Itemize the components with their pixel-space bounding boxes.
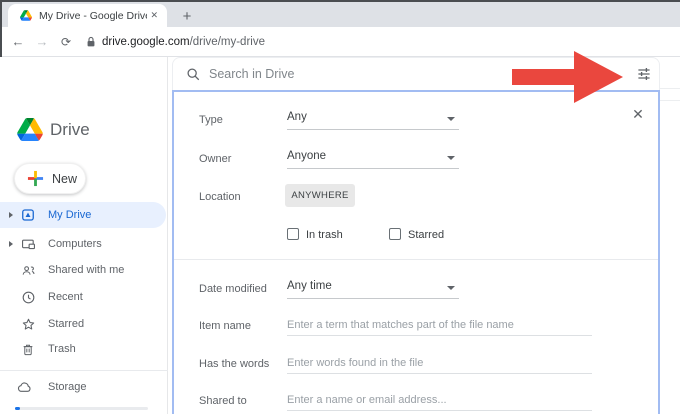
type-value: Any (287, 111, 307, 123)
browser-toolbar: ← → ⟳ drive.google.com/drive/my-drive (0, 27, 680, 57)
url-text: drive.google.com/drive/my-drive (102, 36, 265, 48)
sidebar-item-label: My Drive (48, 209, 91, 221)
screenshot-root: My Drive - Google Drive ✕ + ← → ⟳ drive.… (0, 0, 680, 414)
sidebar-item-starred[interactable]: Starred (0, 311, 166, 337)
starred-label: Starred (408, 229, 444, 241)
sidebar-item-computers[interactable]: Computers (0, 231, 166, 257)
sidebar-item-storage[interactable]: Storage (0, 374, 166, 400)
reload-icon[interactable]: ⟳ (54, 35, 78, 49)
forward-icon: → (30, 34, 54, 49)
new-button-label: New (52, 172, 77, 186)
new-button[interactable]: New (14, 163, 86, 194)
type-dropdown[interactable]: Any (287, 108, 459, 130)
search-input[interactable] (209, 67, 629, 81)
expand-caret-icon[interactable] (9, 212, 13, 218)
starred-checkbox[interactable] (389, 228, 401, 240)
tab-title: My Drive - Google Drive (39, 10, 147, 22)
owner-dropdown[interactable]: Anyone (287, 147, 459, 169)
lock-icon (86, 36, 96, 48)
url-path: /drive/my-drive (190, 36, 265, 48)
sidebar-item-label: Starred (48, 318, 84, 330)
chevron-down-icon (447, 156, 455, 160)
address-bar[interactable]: drive.google.com/drive/my-drive (86, 36, 265, 48)
drive-favicon-icon (20, 10, 32, 21)
plus-multicolor-icon (27, 170, 44, 187)
url-host: drive.google.com (102, 36, 190, 48)
cloud-icon (17, 379, 33, 395)
panel-divider (174, 259, 658, 260)
trash-icon (20, 341, 36, 357)
tab-close-icon[interactable]: ✕ (147, 8, 161, 23)
drive-logo-text: Drive (50, 120, 90, 140)
has-words-input[interactable] (287, 352, 592, 374)
sidebar-divider (0, 370, 168, 371)
sidebar-item-my-drive[interactable]: My Drive (0, 202, 166, 228)
new-tab-button[interactable]: + (177, 6, 197, 26)
shared-to-input[interactable] (287, 389, 592, 411)
date-modified-label: Date modified (199, 283, 267, 295)
browser-tab[interactable]: My Drive - Google Drive ✕ (8, 4, 167, 27)
storage-progress-bar (15, 407, 148, 410)
sidebar-item-label: Computers (48, 238, 102, 250)
sidebar: Drive New My Drive Computers (0, 57, 168, 414)
date-modified-value: Any time (287, 280, 332, 292)
window-edge-top (0, 0, 680, 2)
sidebar-item-label: Recent (48, 291, 83, 303)
sidebar-item-label: Trash (48, 343, 76, 355)
sidebar-item-label: Shared with me (48, 264, 124, 276)
has-words-label: Has the words (199, 358, 269, 370)
browser-tabstrip: My Drive - Google Drive ✕ + (0, 0, 680, 27)
drive-logo-icon (17, 118, 43, 141)
window-edge-left (0, 0, 2, 57)
sidebar-item-trash[interactable]: Trash (0, 336, 166, 362)
storage-progress-fill (15, 407, 20, 410)
item-name-label: Item name (199, 320, 251, 332)
sidebar-item-shared-with-me[interactable]: Shared with me (0, 257, 166, 283)
search-options-button[interactable] (629, 66, 659, 82)
sidebar-item-label: Storage (48, 381, 87, 393)
my-drive-icon (20, 207, 36, 223)
shared-people-icon (20, 262, 36, 278)
clock-icon (20, 289, 36, 305)
chevron-down-icon (447, 286, 455, 290)
owner-label: Owner (199, 153, 231, 165)
in-trash-label: In trash (306, 229, 343, 241)
advanced-search-panel: ✕ Type Any Owner Anyone Location ANYWHER… (172, 90, 660, 414)
shared-to-label: Shared to (199, 395, 247, 407)
location-anywhere-chip[interactable]: ANYWHERE (285, 184, 355, 207)
chevron-down-icon (447, 117, 455, 121)
owner-value: Anyone (287, 150, 326, 162)
panel-close-icon[interactable]: ✕ (627, 103, 649, 125)
type-label: Type (199, 114, 223, 126)
computers-icon (20, 236, 36, 252)
background-line (660, 88, 680, 89)
search-icon (186, 67, 201, 82)
tune-filter-icon (636, 66, 652, 82)
back-icon[interactable]: ← (6, 34, 30, 49)
drive-logo: Drive (17, 118, 90, 141)
location-label: Location (199, 191, 241, 203)
date-modified-dropdown[interactable]: Any time (287, 277, 459, 299)
sidebar-item-recent[interactable]: Recent (0, 284, 166, 310)
star-icon (20, 316, 36, 332)
search-bar[interactable] (172, 57, 660, 90)
background-line (660, 100, 680, 101)
in-trash-checkbox[interactable] (287, 228, 299, 240)
expand-caret-icon[interactable] (9, 241, 13, 247)
item-name-input[interactable] (287, 314, 592, 336)
